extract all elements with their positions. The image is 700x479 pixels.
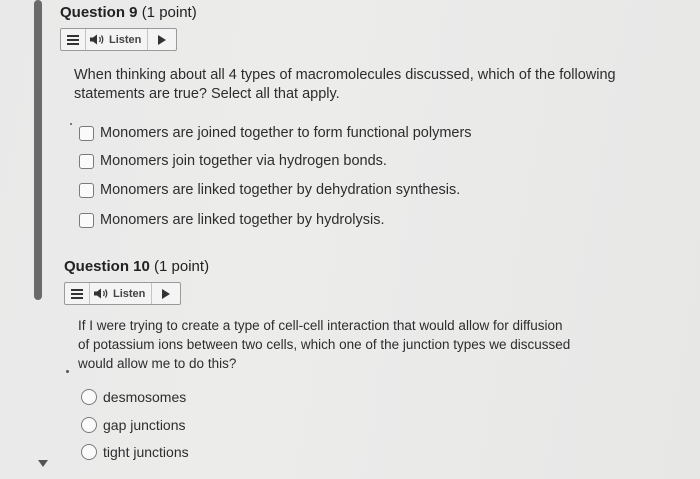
option-label: Monomers join together via hydrogen bond… xyxy=(100,153,387,169)
play-button[interactable] xyxy=(148,29,176,50)
q9-listen-widget: Listen xyxy=(60,28,178,51)
checkbox[interactable] xyxy=(79,212,94,228)
progress-sidebar-bar xyxy=(34,0,42,300)
q10-option-1[interactable]: desmosomes xyxy=(81,389,186,405)
listen-label: Listen xyxy=(109,33,142,46)
listen-label: Listen xyxy=(113,287,146,300)
q9-option-1[interactable]: Monomers are joined together to form fun… xyxy=(79,125,472,141)
q10-option-2[interactable]: gap junctions xyxy=(81,417,186,433)
stem-line: of potassium ions between two cells, whi… xyxy=(78,337,571,352)
option-label: Monomers are joined together to form fun… xyxy=(100,125,472,141)
menu-icon[interactable] xyxy=(61,29,86,50)
stem-line: When thinking about all 4 types of macro… xyxy=(74,67,616,83)
question-9-title: Question 9 (1 point) xyxy=(60,4,197,21)
checkbox[interactable] xyxy=(79,153,94,169)
speaker-icon xyxy=(94,288,108,299)
option-label: desmosomes xyxy=(103,389,187,405)
option-label: gap junctions xyxy=(103,417,186,433)
checkbox[interactable] xyxy=(79,125,94,141)
question-10-points: (1 point) xyxy=(154,258,210,275)
play-icon xyxy=(162,288,171,299)
play-icon xyxy=(158,34,167,45)
speck xyxy=(70,123,72,125)
q9-option-2[interactable]: Monomers join together via hydrogen bond… xyxy=(79,153,387,169)
q10-listen-widget: Listen xyxy=(64,282,182,305)
menu-icon[interactable] xyxy=(65,283,90,304)
question-10-number: Question 10 xyxy=(64,258,150,275)
speaker-icon xyxy=(90,34,104,45)
q9-option-3[interactable]: Monomers are linked together by dehydrat… xyxy=(79,182,460,198)
stem-line: statements are true? Select all that app… xyxy=(74,86,340,102)
listen-button[interactable]: Listen xyxy=(90,283,153,304)
question-9-number: Question 9 xyxy=(60,4,138,21)
listen-button[interactable]: Listen xyxy=(86,29,149,50)
speck xyxy=(66,370,69,373)
stem-line: If I were trying to create a type of cel… xyxy=(78,318,563,333)
option-label: Monomers are linked together by hydrolys… xyxy=(100,212,385,228)
question-10-title: Question 10 (1 point) xyxy=(64,258,209,275)
radio-button[interactable] xyxy=(81,389,97,405)
question-10-stem: If I were trying to create a type of cel… xyxy=(78,316,570,373)
scroll-down-icon[interactable] xyxy=(38,460,48,467)
play-button[interactable] xyxy=(152,283,180,304)
question-9-stem: When thinking about all 4 types of macro… xyxy=(74,66,616,104)
q10-option-3[interactable]: tight junctions xyxy=(81,444,189,460)
q9-option-4[interactable]: Monomers are linked together by hydrolys… xyxy=(79,212,385,228)
option-label: tight junctions xyxy=(103,444,189,460)
radio-button[interactable] xyxy=(81,417,97,433)
radio-button[interactable] xyxy=(81,444,97,460)
option-label: Monomers are linked together by dehydrat… xyxy=(100,182,461,198)
stem-line: would allow me to do this? xyxy=(78,356,237,371)
checkbox[interactable] xyxy=(79,182,94,198)
question-9-points: (1 point) xyxy=(141,4,197,21)
